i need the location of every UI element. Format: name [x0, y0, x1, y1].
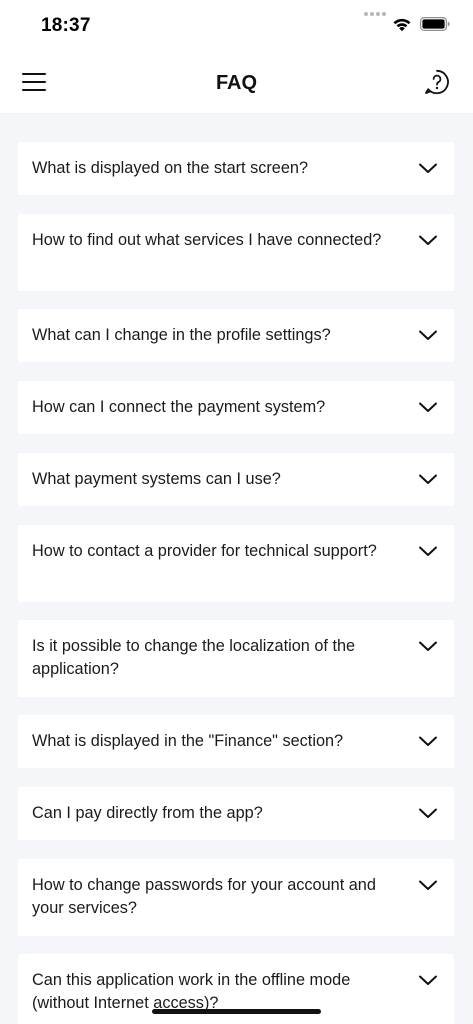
chevron-down-icon — [419, 736, 437, 746]
chevron-down-icon — [419, 235, 437, 245]
faq-item[interactable]: How to contact a provider for technical … — [18, 525, 454, 602]
faq-item[interactable]: How to change passwords for your account… — [18, 859, 454, 936]
cellular-signal-icon — [364, 12, 386, 16]
faq-question: How can I connect the payment system? — [32, 398, 326, 416]
app-header: FAQ — [0, 52, 473, 114]
faq-item[interactable]: How can I connect the payment system? — [18, 381, 454, 434]
faq-question: How to find out what services I have con… — [32, 231, 382, 249]
faq-item[interactable]: Can I pay directly from the app? — [18, 787, 454, 840]
faq-question: Can I pay directly from the app? — [32, 804, 263, 822]
faq-question: What payment systems can I use? — [32, 470, 281, 488]
status-bar: 18:37 — [0, 0, 473, 52]
wifi-icon — [393, 18, 411, 32]
help-question-icon[interactable] — [424, 69, 450, 95]
faq-question: What can I change in the profile setting… — [32, 326, 331, 344]
faq-item[interactable]: How to find out what services I have con… — [18, 214, 454, 291]
faq-question: What is displayed on the start screen? — [32, 159, 309, 177]
faq-question: How to change passwords for your account… — [32, 876, 376, 917]
page-title: FAQ — [215, 72, 258, 94]
faq-item[interactable]: What is displayed on the start screen? — [18, 142, 454, 195]
chevron-down-icon — [419, 880, 437, 890]
faq-screen: 18:37 FAQ What is displayed on the start… — [0, 0, 473, 1024]
battery-icon — [420, 17, 450, 31]
faq-question: What is displayed in the "Finance" secti… — [32, 732, 344, 750]
chevron-down-icon — [419, 546, 437, 556]
status-time: 18:37 — [41, 15, 91, 36]
chevron-down-icon — [419, 330, 437, 340]
chevron-down-icon — [419, 808, 437, 818]
home-indicator — [152, 1009, 321, 1014]
faq-item[interactable]: Is it possible to change the localizatio… — [18, 620, 454, 697]
faq-item[interactable]: What payment systems can I use? — [18, 453, 454, 506]
chevron-down-icon — [419, 474, 437, 484]
faq-item[interactable]: What can I change in the profile setting… — [18, 309, 454, 362]
faq-question: How to contact a provider for technical … — [32, 542, 377, 560]
chevron-down-icon — [419, 163, 437, 173]
chevron-down-icon — [419, 402, 437, 412]
chevron-down-icon — [419, 975, 437, 985]
chevron-down-icon — [419, 641, 437, 651]
faq-question: Is it possible to change the localizatio… — [32, 637, 356, 678]
faq-item[interactable]: What is displayed in the "Finance" secti… — [18, 715, 454, 768]
